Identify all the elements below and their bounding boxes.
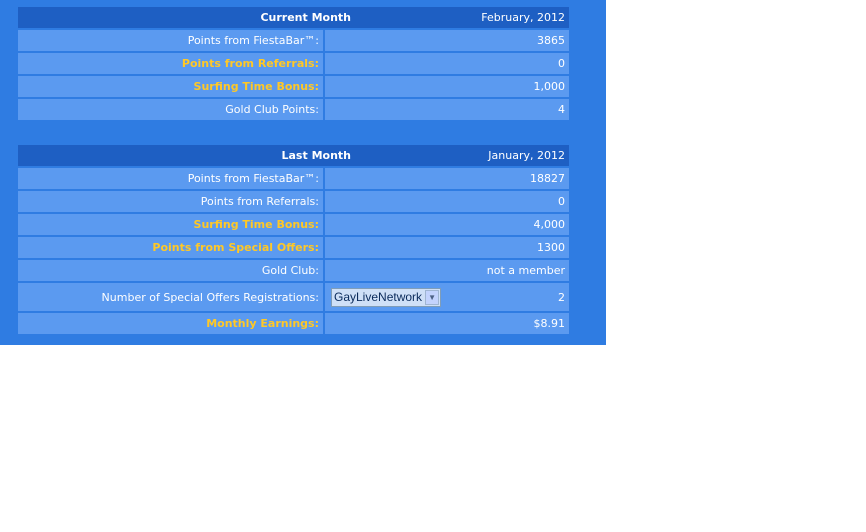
last-month-header: Last Month January, 2012: [18, 145, 569, 168]
current-month-title: Current Month: [18, 7, 351, 30]
row-value-monthly-earnings: $8.91: [325, 313, 569, 336]
row-label-referral-points: Points from Referrals:: [18, 191, 325, 214]
current-month-header: Current Month February, 2012: [18, 7, 569, 30]
row-label-monthly-earnings: Monthly Earnings:: [18, 313, 325, 336]
row-value-gold-club: not a member: [325, 260, 569, 283]
special-offer-select[interactable]: GayLiveNetwork ▼: [331, 287, 442, 307]
row-value-offer-registrations: 2: [558, 290, 565, 304]
row-label-surfing-bonus: Surfing Time Bonus:: [18, 214, 325, 237]
row-label-referral-points: Points from Referrals:: [18, 53, 325, 76]
row-label-surfing-bonus: Surfing Time Bonus:: [18, 76, 325, 99]
table-row: Points from FiestaBar™: 18827: [18, 168, 569, 191]
registrations-cell-content: GayLiveNetwork ▼ 2: [325, 287, 565, 307]
table-row: Gold Club: not a member: [18, 260, 569, 283]
row-value-fiestabar-points: 3865: [325, 30, 569, 53]
earnings-panel: Current Month February, 2012 Points from…: [0, 0, 606, 345]
table-row: Surfing Time Bonus: 1,000: [18, 76, 569, 99]
last-month-table: Last Month January, 2012 Points from Fie…: [18, 145, 569, 336]
table-row: Number of Special Offers Registrations: …: [18, 283, 569, 313]
table-row: Points from Special Offers: 1300: [18, 237, 569, 260]
current-month-date: February, 2012: [325, 7, 569, 30]
row-value-referral-points: 0: [325, 191, 569, 214]
table-row: Monthly Earnings: $8.91: [18, 313, 569, 336]
row-label-special-offers-points: Points from Special Offers:: [18, 237, 325, 260]
last-month-date: January, 2012: [325, 145, 569, 168]
table-row: Points from FiestaBar™: 3865: [18, 30, 569, 53]
row-value-surfing-bonus: 4,000: [325, 214, 569, 237]
chevron-down-icon[interactable]: ▼: [425, 289, 440, 305]
row-label-fiestabar-points: Points from FiestaBar™:: [18, 168, 325, 191]
last-month-title: Last Month: [18, 145, 351, 168]
row-label-offer-registrations: Number of Special Offers Registrations:: [18, 283, 325, 313]
table-row: Points from Referrals: 0: [18, 191, 569, 214]
table-row: Surfing Time Bonus: 4,000: [18, 214, 569, 237]
row-value-surfing-bonus: 1,000: [325, 76, 569, 99]
special-offer-select-value: GayLiveNetwork: [332, 290, 426, 304]
row-value-offer-registrations-cell: GayLiveNetwork ▼ 2: [325, 283, 569, 313]
row-value-referral-points: 0: [325, 53, 569, 76]
row-label-gold-club: Gold Club:: [18, 260, 325, 283]
row-value-gold-club-points: 4: [325, 99, 569, 122]
table-row: Points from Referrals: 0: [18, 53, 569, 76]
row-label-gold-club-points: Gold Club Points:: [18, 99, 325, 122]
row-value-fiestabar-points: 18827: [325, 168, 569, 191]
current-month-table: Current Month February, 2012 Points from…: [18, 7, 569, 122]
row-value-special-offers-points: 1300: [325, 237, 569, 260]
row-label-fiestabar-points: Points from FiestaBar™:: [18, 30, 325, 53]
table-row: Gold Club Points: 4: [18, 99, 569, 122]
